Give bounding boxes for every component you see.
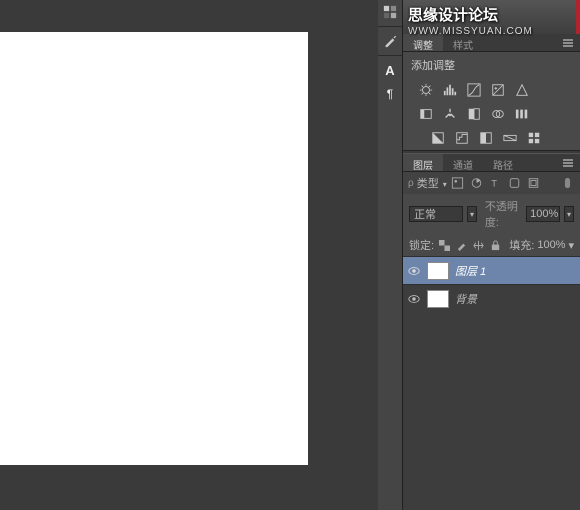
- color-balance-icon[interactable]: [441, 106, 459, 122]
- collapsed-panel-strip: A ¶: [378, 0, 402, 510]
- tab-paths[interactable]: 路径: [483, 154, 523, 171]
- brush-icon[interactable]: [378, 29, 402, 53]
- opacity-arrow[interactable]: ▾: [564, 206, 574, 222]
- filter-type-icon[interactable]: T: [488, 176, 504, 190]
- lock-label: 锁定:: [409, 237, 434, 253]
- layer-filter-row: ρ 类型▾ T: [403, 172, 580, 194]
- panel-menu-icon[interactable]: [562, 157, 574, 169]
- panel-menu-icon[interactable]: [562, 37, 574, 49]
- brightness-contrast-icon[interactable]: [417, 82, 435, 98]
- exposure-icon[interactable]: [489, 82, 507, 98]
- blend-mode-arrow[interactable]: ▾: [467, 206, 477, 222]
- invert-icon[interactable]: [429, 130, 447, 146]
- character-icon[interactable]: A: [378, 58, 402, 82]
- filter-adjustment-icon[interactable]: [469, 176, 485, 190]
- svg-text:T: T: [491, 177, 497, 188]
- blend-opacity-row: 正常 ▾ 不透明度: 100% ▾: [403, 194, 580, 234]
- lock-position-icon[interactable]: [471, 238, 485, 252]
- tab-channels[interactable]: 通道: [443, 154, 483, 171]
- gradient-map-icon[interactable]: [501, 130, 519, 146]
- opacity-value[interactable]: 100%: [526, 206, 560, 222]
- adjustment-icons-row2: [403, 102, 580, 126]
- close-strip[interactable]: [576, 0, 580, 34]
- opacity-label: 不透明度:: [485, 198, 522, 230]
- tab-styles[interactable]: 样式: [443, 34, 483, 51]
- adjustment-icons-row1: [403, 78, 580, 102]
- threshold-icon[interactable]: [477, 130, 495, 146]
- layer-name[interactable]: 背景: [455, 291, 477, 307]
- selective-color-icon[interactable]: [525, 130, 543, 146]
- filter-pixel-icon[interactable]: [450, 176, 466, 190]
- photo-filter-icon[interactable]: [489, 106, 507, 122]
- histogram-panel: [403, 0, 580, 34]
- levels-icon[interactable]: [441, 82, 459, 98]
- lock-pixels-icon[interactable]: [454, 238, 468, 252]
- hue-saturation-icon[interactable]: [417, 106, 435, 122]
- layer-thumbnail[interactable]: [427, 262, 449, 280]
- tab-adjustments[interactable]: 调整: [403, 34, 443, 51]
- layer-row[interactable]: 图层 1: [403, 256, 580, 284]
- tab-layers[interactable]: 图层: [403, 154, 443, 171]
- blend-mode-dropdown[interactable]: 正常: [409, 206, 463, 222]
- layer-thumbnail[interactable]: [427, 290, 449, 308]
- paragraph-icon[interactable]: ¶: [378, 82, 402, 106]
- lock-transparency-icon[interactable]: [437, 238, 451, 252]
- lock-all-icon[interactable]: [488, 238, 502, 252]
- filter-shape-icon[interactable]: [507, 176, 523, 190]
- layer-name[interactable]: 图层 1: [455, 263, 486, 279]
- vibrance-icon[interactable]: [513, 82, 531, 98]
- curves-icon[interactable]: [465, 82, 483, 98]
- posterize-icon[interactable]: [453, 130, 471, 146]
- document-canvas[interactable]: [0, 32, 308, 465]
- fill-arrow[interactable]: ▾: [568, 239, 574, 252]
- fill-value[interactable]: 100%: [537, 239, 565, 251]
- filter-smart-icon[interactable]: [526, 176, 542, 190]
- filter-toggle[interactable]: [559, 176, 575, 190]
- right-panel-group: 调整 样式 添加调整 图层 通道 路径 ρ 类型▾ T: [402, 0, 580, 510]
- filter-type-dropdown[interactable]: 类型▾: [417, 175, 447, 191]
- layer-row[interactable]: 背景: [403, 284, 580, 312]
- channel-mixer-icon[interactable]: [513, 106, 531, 122]
- adjustment-icons-row3: [403, 126, 580, 150]
- black-white-icon[interactable]: [465, 106, 483, 122]
- visibility-toggle[interactable]: [403, 266, 425, 276]
- adjustments-tabs: 调整 样式: [403, 34, 580, 52]
- layers-tabs: 图层 通道 路径: [403, 154, 580, 172]
- fill-label: 填充:: [509, 237, 534, 253]
- adjustments-title: 添加调整: [403, 52, 580, 78]
- layers-list: 图层 1 背景: [403, 256, 580, 510]
- swatches-icon[interactable]: [378, 0, 402, 24]
- visibility-toggle[interactable]: [403, 294, 425, 304]
- lock-fill-row: 锁定: 填充: 100% ▾: [403, 234, 580, 256]
